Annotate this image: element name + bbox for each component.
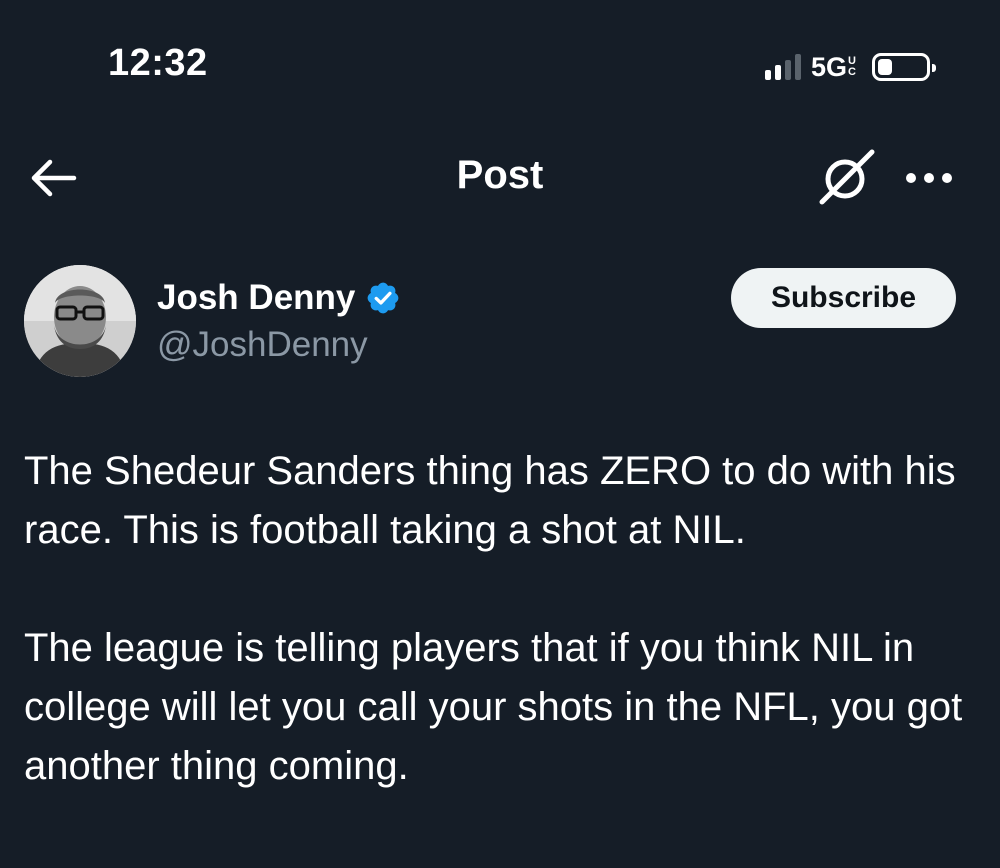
post-screen: 12:32 5G U C Post Josh Denny @JoshDenny …	[0, 0, 1000, 868]
network-sub-bottom: C	[848, 66, 856, 78]
network-indicator: 5G U C	[811, 52, 856, 83]
battery-icon	[872, 53, 936, 81]
author-name[interactable]: Josh Denny	[157, 278, 355, 318]
status-time: 12:32	[108, 42, 208, 84]
author-name-row: Josh Denny	[157, 278, 401, 318]
network-label: 5G	[811, 51, 848, 82]
signal-icon	[765, 54, 802, 80]
avatar[interactable]	[24, 265, 136, 377]
battery-tip	[932, 64, 936, 72]
author-handle[interactable]: @JoshDenny	[157, 325, 368, 365]
battery-level	[878, 59, 892, 75]
status-bar-indicators: 5G U C	[765, 50, 936, 84]
verified-badge-icon	[368, 282, 399, 314]
avatar-image	[24, 265, 136, 377]
grok-icon[interactable]	[818, 148, 876, 206]
post-paragraph: The league is telling players that if yo…	[24, 626, 963, 788]
post-text: The Shedeur Sanders thing has ZERO to do…	[24, 442, 974, 796]
post-paragraph: The Shedeur Sanders thing has ZERO to do…	[24, 449, 956, 552]
subscribe-button[interactable]: Subscribe	[731, 268, 956, 328]
more-horizontal-icon[interactable]	[904, 160, 954, 196]
